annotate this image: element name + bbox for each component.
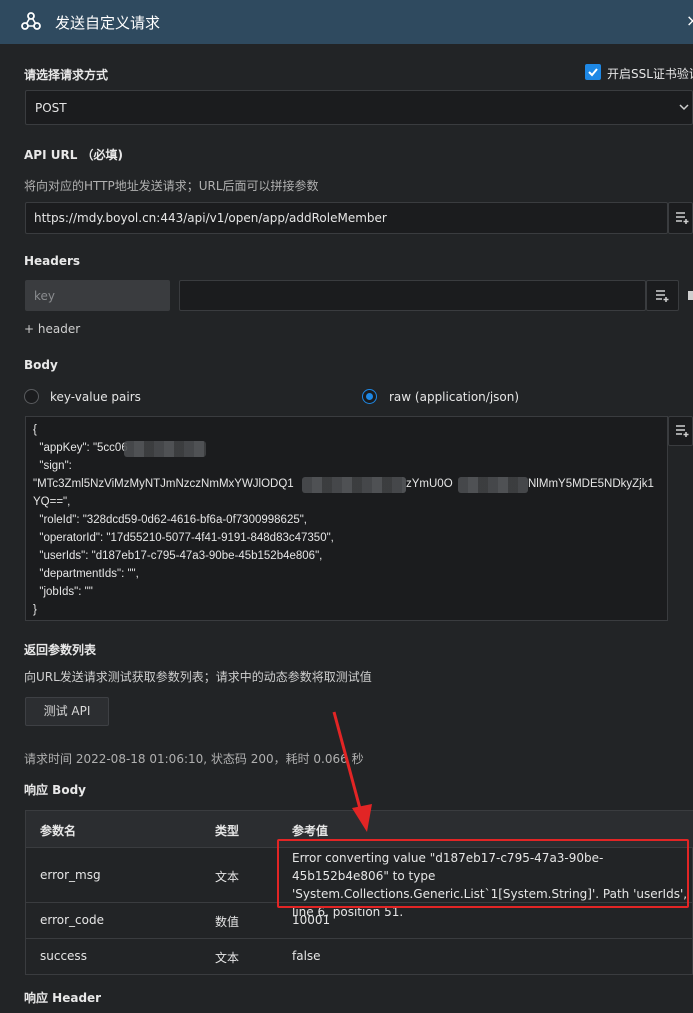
dialog-header: 发送自定义请求 × — [0, 0, 693, 44]
response-header-label: 响应 Header — [24, 991, 102, 1005]
dialog-title: 发送自定义请求 — [55, 14, 161, 32]
radio-raw-json-label: raw (application/json) — [389, 390, 520, 404]
param-name: error_msg — [40, 868, 101, 882]
response-params-hint: 向URL发送请求测试获取参数列表；请求中的动态参数将取测试值 — [24, 670, 372, 684]
ssl-checkbox[interactable] — [585, 64, 601, 80]
header-value-input[interactable] — [179, 280, 646, 311]
redacted-region — [302, 477, 406, 493]
code-line: "MTc3Zml5NzViMzMyNTJmNzczNmMxYWJlODQ1 — [33, 478, 294, 490]
body-json-editor[interactable]: { "appKey": "5cc06 "sign": "MTc3Zml5NzVi… — [25, 416, 668, 621]
response-params-label: 返回参数列表 — [24, 643, 97, 657]
test-api-button[interactable]: 测试 API — [25, 697, 109, 726]
body-insert-button[interactable] — [668, 416, 693, 446]
ssl-label: 开启SSL证书验证 — [607, 67, 693, 81]
headers-label: Headers — [24, 254, 81, 268]
code-line: { — [33, 424, 37, 436]
column-header: 类型 — [215, 824, 240, 838]
response-body-label: 响应 Body — [24, 783, 86, 797]
param-value: 10001 — [292, 913, 331, 927]
request-status-text: 请求时间 2022-08-18 01:06:10, 状态码 200，耗时 0.0… — [24, 752, 364, 766]
code-line: "operatorId": "17d55210-5077-4f41-9191-8… — [33, 532, 334, 544]
insert-field-icon — [656, 290, 670, 305]
method-value: POST — [35, 101, 67, 115]
delete-icon[interactable] — [688, 289, 693, 303]
api-url-label: API URL （必填) — [24, 148, 124, 162]
api-url-input[interactable]: https://mdy.boyol.cn:443/api/v1/open/app… — [25, 202, 668, 234]
method-label: 请选择请求方式 — [24, 68, 109, 82]
code-line: "appKey": "5cc06 — [33, 442, 128, 454]
code-line: "jobIds": "" — [33, 586, 93, 598]
table-row: error_code 数值 10001 — [26, 903, 693, 939]
code-line: "departmentIds": "", — [33, 568, 139, 580]
api-url-hint: 将向对应的HTTP地址发送请求；URL后面可以拼接参数 — [24, 179, 319, 193]
annotation-arrow-icon — [332, 711, 372, 832]
code-line: YQ==", — [33, 496, 71, 508]
column-header: 参数名 — [40, 824, 77, 838]
code-line: zYmU0O — [406, 478, 453, 490]
header-insert-button[interactable] — [646, 280, 679, 311]
body-label: Body — [24, 358, 58, 372]
header-key-placeholder: key — [34, 289, 56, 303]
column-header: 参考值 — [292, 824, 329, 838]
webhook-icon — [20, 10, 42, 32]
insert-field-icon — [676, 425, 690, 440]
highlight-box — [277, 839, 689, 908]
param-name: success — [40, 949, 87, 963]
header-key-input[interactable]: key — [25, 280, 170, 311]
code-line: "sign": — [33, 460, 72, 472]
param-type: 文本 — [215, 870, 240, 884]
api-url-insert-button[interactable] — [668, 202, 693, 234]
add-header-link[interactable]: + header — [24, 322, 80, 336]
param-name: error_code — [40, 913, 104, 927]
redacted-region — [458, 477, 528, 493]
method-select[interactable]: POST — [25, 90, 693, 125]
code-line: NlMmY5MDE5NDkyZjk1 — [528, 478, 654, 490]
code-line: } — [33, 604, 37, 616]
radio-raw-json[interactable] — [362, 389, 377, 404]
radio-key-value[interactable] — [24, 389, 39, 404]
insert-field-icon — [676, 212, 690, 227]
close-icon[interactable]: × — [686, 11, 693, 30]
code-line: "roleId": "328dcd59-0d62-4616-bf6a-0f730… — [33, 514, 308, 526]
chevron-down-icon — [678, 101, 690, 116]
param-type: 文本 — [215, 951, 240, 965]
code-line: "userIds": "d187eb17-c795-47a3-90be-45b1… — [33, 550, 323, 562]
table-row: success 文本 false — [26, 939, 693, 975]
api-url-value: https://mdy.boyol.cn:443/api/v1/open/app… — [34, 211, 387, 225]
check-icon — [588, 68, 598, 77]
param-type: 数值 — [215, 915, 240, 929]
param-value: false — [292, 949, 321, 963]
redacted-region — [124, 441, 206, 457]
radio-key-value-label: key-value pairs — [50, 390, 141, 404]
